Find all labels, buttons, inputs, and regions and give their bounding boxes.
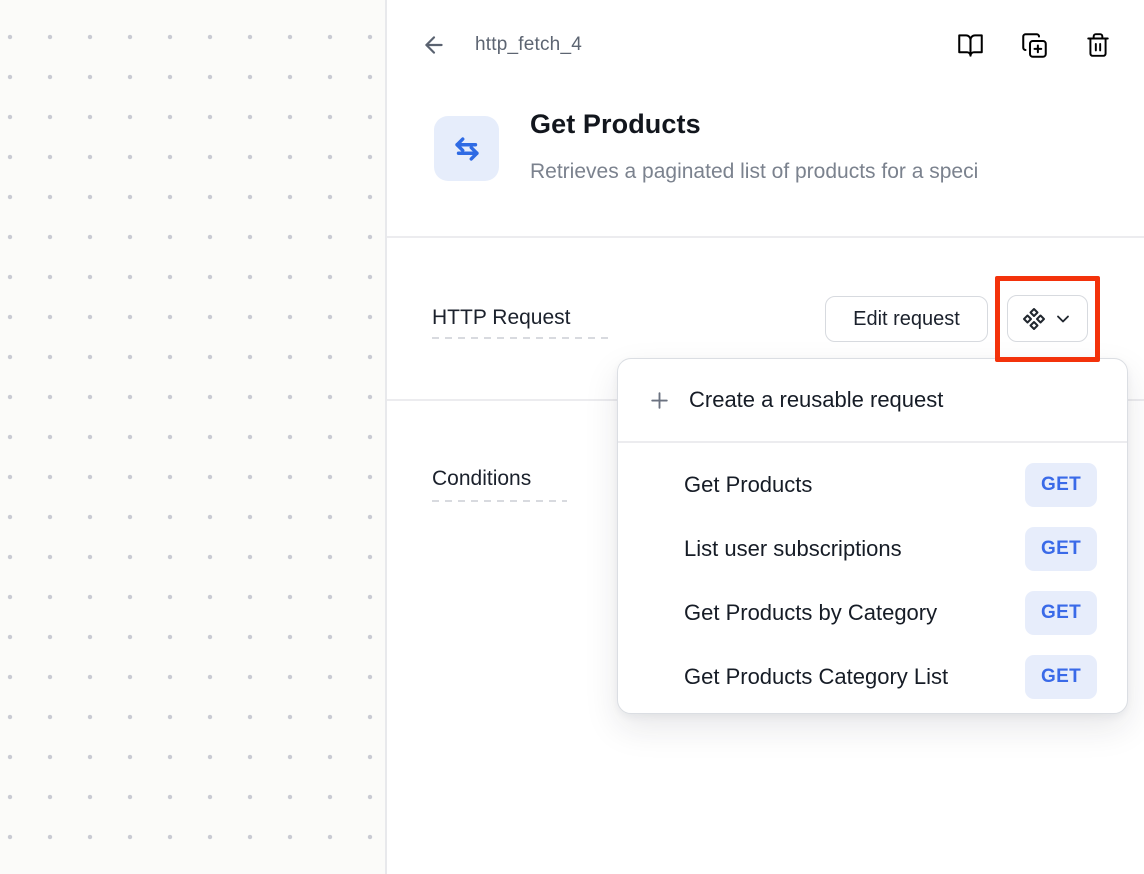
copy-plus-icon [1021,32,1048,59]
swap-arrows-icon [450,132,484,166]
step-id-label: http_fetch_4 [475,34,582,56]
book-open-icon [957,32,984,59]
node-description: Retrieves a paginated list of products f… [530,160,1144,184]
conditions-underline [432,500,567,502]
section-divider [387,236,1144,238]
component-diamonds-icon [1022,307,1046,331]
http-node-icon-tile [434,116,499,181]
menu-item-list-user-subscriptions[interactable]: List user subscriptions GET [618,517,1127,581]
back-button[interactable] [420,31,448,59]
method-badge: GET [1025,463,1097,507]
edit-request-button[interactable]: Edit request [825,296,988,342]
chevron-down-icon [1053,309,1073,329]
menu-item-get-products-category-list[interactable]: Get Products Category List GET [618,645,1127,709]
delete-button[interactable] [1084,31,1112,59]
header-actions [956,31,1112,59]
http-request-underline [432,337,612,339]
create-reusable-request-item[interactable]: Create a reusable request [618,359,1127,441]
method-badge: GET [1025,527,1097,571]
workflow-canvas[interactable] [0,0,385,874]
docs-button[interactable] [956,31,984,59]
workflow-editor-screen: http_fetch_4 Get [0,0,1144,874]
menu-item-label: Get Products by Category [684,600,937,626]
method-badge: GET [1025,591,1097,635]
plus-icon [647,388,672,413]
node-title: Get Products [530,109,701,140]
menu-item-label: Get Products [684,472,812,498]
http-request-label: HTTP Request [432,306,571,330]
arrow-left-icon [421,32,447,58]
create-reusable-request-label: Create a reusable request [689,387,943,413]
menu-item-get-products[interactable]: Get Products GET [618,453,1127,517]
menu-divider [618,441,1127,443]
menu-item-label: List user subscriptions [684,536,902,562]
trash-icon [1085,32,1111,58]
menu-item-label: Get Products Category List [684,664,948,690]
reusable-request-dropdown-trigger[interactable] [1007,295,1088,342]
duplicate-button[interactable] [1020,31,1048,59]
reusable-request-dropdown-menu: Create a reusable request Get Products G… [617,358,1128,714]
menu-item-get-products-by-category[interactable]: Get Products by Category GET [618,581,1127,645]
conditions-label: Conditions [432,467,531,491]
method-badge: GET [1025,655,1097,699]
